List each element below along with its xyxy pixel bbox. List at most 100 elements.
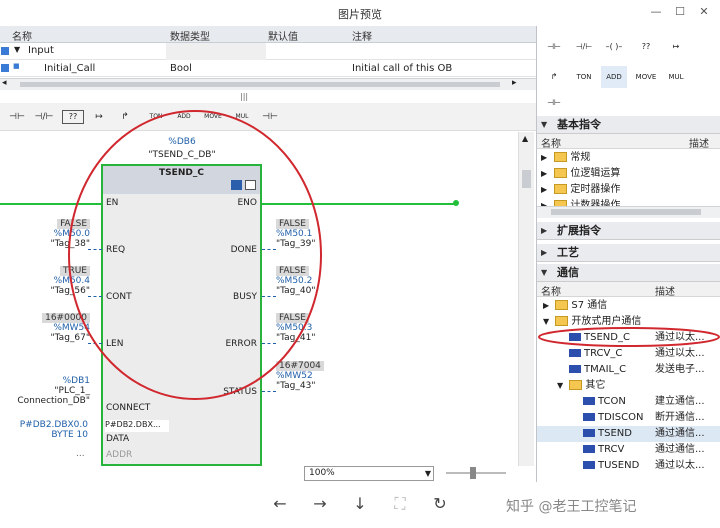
basic-col-name: 名称	[541, 139, 561, 150]
row-marker-icon	[1, 64, 9, 72]
tree-item-label: 常规	[570, 152, 591, 163]
basic-col-desc: 描述	[689, 139, 709, 150]
preview-nav-bar: ← → ↓ ⛶ ↻ 知乎 @老王工控笔记	[0, 482, 720, 528]
instruction-icon	[569, 365, 581, 373]
scroll-up-icon[interactable]: ▲	[522, 134, 528, 143]
move-button[interactable]: MOVE	[633, 66, 659, 88]
communication-header[interactable]: ▼ 通信	[537, 264, 720, 282]
technology-header[interactable]: ▶ 工艺	[537, 244, 720, 262]
interface-group-row[interactable]: ▼ Input	[0, 43, 536, 60]
tree-item-label: TCON	[598, 396, 626, 407]
tree-item-desc: 通过通信...	[655, 444, 705, 455]
rotate-icon[interactable]: ↻	[428, 492, 452, 516]
contact-nc-icon[interactable]: ⊣/⊢	[571, 36, 597, 58]
fullscreen-icon[interactable]: ⛶	[388, 492, 412, 516]
instruction-icon	[569, 349, 581, 357]
zoom-value: 100%	[309, 468, 335, 478]
tree-item-trcv[interactable]: TRCV 通过通信...	[537, 442, 720, 458]
tree-item-tcon[interactable]: TCON 建立通信...	[537, 394, 720, 410]
open-branch-icon[interactable]: ↦	[663, 36, 689, 58]
param-type: Bool	[170, 63, 192, 74]
comm-col-desc: 描述	[655, 287, 675, 298]
basic-instructions-header[interactable]: ▼ 基本指令	[537, 116, 720, 134]
tree-item-s7[interactable]: ▶ S7 通信	[537, 298, 720, 314]
tree-item-label: TUSEND	[598, 460, 640, 471]
tree-item-tsend[interactable]: TSEND 通过通信...	[537, 426, 720, 442]
splitter-icon[interactable]: |||	[240, 92, 248, 101]
tree-item-others[interactable]: ▼ 其它	[537, 378, 720, 394]
prev-arrow-icon[interactable]: ←	[268, 492, 292, 516]
instruction-icon	[583, 445, 595, 453]
tree-item-label: TMAIL_C	[584, 364, 627, 375]
ladder-scrollbar[interactable]: ▲	[518, 132, 534, 466]
col-default: 默认值	[268, 32, 298, 43]
zoom-slider[interactable]	[446, 472, 506, 474]
contact-no-icon[interactable]: ⊣⊢	[6, 108, 28, 126]
tree-item-timer[interactable]: ▶ 定时器操作	[537, 182, 720, 198]
folder-icon	[554, 152, 568, 162]
close-branch-icon[interactable]: ↱	[541, 66, 567, 88]
network-icon[interactable]: ⊣⊢	[541, 92, 567, 114]
extended-instructions-header[interactable]: ▶ 扩展指令	[537, 222, 720, 240]
tree-item-desc: 建立通信...	[655, 396, 705, 407]
tree-item-general[interactable]: ▶ 常规	[537, 150, 720, 166]
contact-no-icon[interactable]: ⊣⊢	[541, 36, 567, 58]
contact-nc-icon[interactable]: ⊣/⊢	[32, 108, 56, 126]
tree-item-label: S7 通信	[571, 300, 608, 311]
chevron-down-icon: ▼	[424, 469, 431, 478]
scroll-thumb[interactable]	[551, 209, 701, 215]
expand-icon[interactable]: ▶	[541, 153, 547, 162]
chevron-right-icon: ▶	[541, 226, 548, 235]
scroll-thumb[interactable]	[522, 170, 531, 188]
collapse-icon[interactable]: ▼	[557, 381, 563, 390]
data-len: BYTE 10	[51, 430, 88, 440]
basic-hscrollbar[interactable]	[537, 206, 720, 218]
expand-icon[interactable]: ▶	[543, 301, 549, 310]
collapse-icon[interactable]: ▼	[14, 45, 20, 54]
ton-button[interactable]: TON	[571, 66, 597, 88]
scroll-right-icon[interactable]: ▸	[512, 78, 517, 88]
folder-icon	[554, 168, 568, 178]
mul-button[interactable]: MUL	[663, 66, 689, 88]
scroll-left-icon[interactable]: ◂	[2, 78, 7, 88]
interface-row[interactable]: ■ Initial_Call Bool Initial call of this…	[0, 60, 536, 77]
minimize-icon[interactable]: —	[648, 4, 664, 20]
instructions-panel: ⊣⊢ ⊣/⊢ –( )– ?? ↦ ↱ TON ADD MOVE MUL ⊣⊢ …	[536, 26, 720, 490]
chevron-down-icon: ▼	[541, 268, 548, 277]
param-comment: Initial call of this OB	[352, 63, 453, 74]
tree-item-bitlogic[interactable]: ▶ 位逻辑运算	[537, 166, 720, 182]
comm-col-name: 名称	[541, 287, 561, 298]
expand-icon[interactable]: ▶	[541, 185, 547, 194]
data-operand[interactable]: P#DB2.DBX0.0 BYTE 10	[8, 420, 88, 440]
folder-icon	[555, 300, 569, 310]
chevron-right-icon: ▶	[541, 248, 548, 257]
tree-item-label: 其它	[585, 380, 606, 391]
instruction-icon	[583, 429, 595, 437]
addr-value[interactable]: ...	[76, 449, 85, 459]
coil-icon[interactable]: –( )–	[601, 36, 627, 58]
tree-item-tusend[interactable]: TUSEND 通过以太...	[537, 458, 720, 474]
timer-icon	[554, 184, 568, 194]
maximize-icon[interactable]: ☐	[672, 4, 688, 20]
download-icon[interactable]: ↓	[348, 492, 372, 516]
window-title: 图片预览	[338, 8, 382, 21]
close-icon[interactable]: ✕	[696, 4, 712, 20]
add-button[interactable]: ADD	[601, 66, 627, 88]
zoom-slider-handle[interactable]	[470, 467, 476, 479]
next-arrow-icon[interactable]: →	[308, 492, 332, 516]
instruction-icon	[583, 461, 595, 469]
tree-item-tmail-c[interactable]: TMAIL_C 发送电子...	[537, 362, 720, 378]
tree-item-label: TRCV	[598, 444, 625, 455]
tree-item-label: 定时器操作	[570, 184, 621, 195]
data-ptr: P#DB2.DBX0.0	[19, 420, 88, 430]
zoom-select[interactable]: 100% ▼	[304, 466, 434, 481]
watermark: 知乎 @老王工控笔记	[506, 499, 637, 515]
interface-scrollbar[interactable]: ◂ ▸	[0, 78, 536, 90]
expand-icon[interactable]: ▶	[541, 169, 547, 178]
tree-item-desc: 通过以太...	[655, 460, 705, 471]
tree-item-tdiscon[interactable]: TDISCON 断开通信...	[537, 410, 720, 426]
scroll-thumb[interactable]	[20, 82, 500, 87]
data-inner-value: P#DB2.DBX...	[105, 420, 169, 432]
empty-box-icon[interactable]: ??	[633, 36, 659, 58]
rail-end-icon	[453, 200, 459, 206]
